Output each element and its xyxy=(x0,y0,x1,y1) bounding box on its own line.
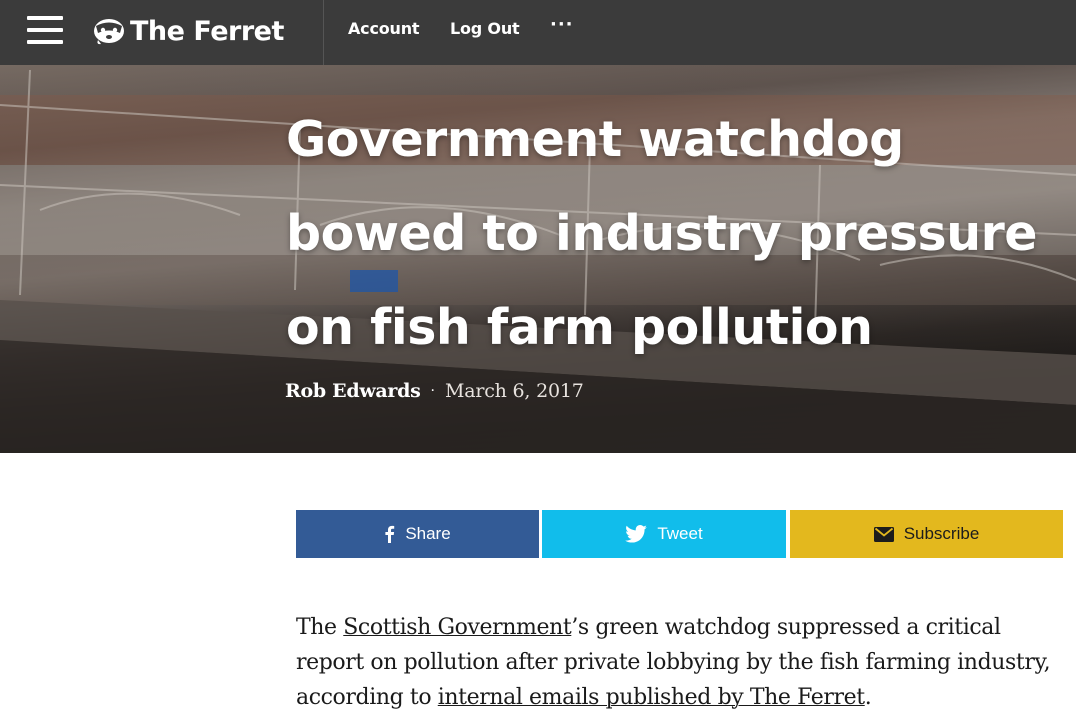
article-title: Government watchdog bowed to industry pr… xyxy=(286,111,1038,356)
tweet-button[interactable]: Tweet xyxy=(542,510,786,558)
account-link[interactable]: Account xyxy=(348,19,420,38)
more-menu-button[interactable]: ··· xyxy=(550,14,574,35)
twitter-bird-icon xyxy=(625,525,648,543)
internal-emails-link[interactable]: internal emails published by The Ferret xyxy=(438,685,865,710)
paragraph-text-start: The xyxy=(296,615,344,640)
share-buttons: Share Tweet Subscribe xyxy=(296,510,1063,558)
scottish-government-link[interactable]: Scottish Government xyxy=(343,615,571,640)
tweet-label: Tweet xyxy=(657,524,703,543)
menu-icon[interactable] xyxy=(27,16,63,44)
article-hero: Government watchdog bowed to industry pr… xyxy=(0,65,1076,453)
publish-date: March 6, 2017 xyxy=(444,380,584,402)
envelope-icon xyxy=(873,526,894,542)
site-name: The Ferret xyxy=(130,15,284,47)
byline-separator: · xyxy=(430,383,435,399)
subscribe-label: Subscribe xyxy=(903,524,980,543)
nav-divider xyxy=(323,0,324,65)
article-body: The Scottish Government’s green watchdog… xyxy=(296,610,1066,713)
logout-link[interactable]: Log Out xyxy=(450,19,520,38)
ferret-logo-icon xyxy=(94,19,124,45)
share-label: Share xyxy=(405,524,451,543)
article-paragraph: The Scottish Government’s green watchdog… xyxy=(296,610,1066,713)
site-logo-link[interactable]: The Ferret xyxy=(92,11,284,51)
article-byline: Rob Edwards · March 6, 2017 xyxy=(285,380,584,402)
author-link[interactable]: Rob Edwards xyxy=(285,380,421,402)
paragraph-text-end: . xyxy=(864,685,872,710)
top-navigation-bar: The Ferret Account Log Out ··· xyxy=(0,0,1076,65)
facebook-share-button[interactable]: Share xyxy=(296,510,539,558)
facebook-icon xyxy=(384,525,395,543)
subscribe-button[interactable]: Subscribe xyxy=(790,510,1063,558)
